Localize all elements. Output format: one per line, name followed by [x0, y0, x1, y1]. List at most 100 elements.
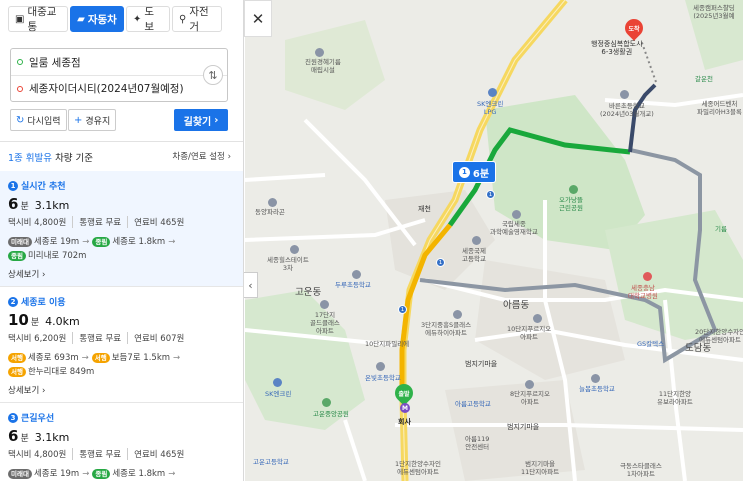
route-card-2[interactable]: 2 세종로 이용 10 분 4.0km 택시비 6,200원 통행료 무료 연료…: [0, 287, 243, 403]
map-label: 11단지한양 유보라아파트: [657, 390, 693, 406]
road-segment: 보듬7로 1.5km: [111, 353, 171, 363]
vehicle-settings-link[interactable]: 차종/연료 설정 ›: [172, 150, 231, 164]
route-number-badge: 3: [8, 412, 18, 423]
map-label: 아름119 안전센터: [465, 435, 490, 451]
route-card-3[interactable]: 3 큰길우선 6 분 3.1km 택시비 4,800원 통행료 무료 연료비 4…: [0, 403, 243, 481]
route-distance: 3.1km: [34, 431, 70, 444]
bike-icon: ⚲: [179, 13, 187, 25]
map-label: SK엔크린 LPG: [477, 100, 504, 116]
road-segment: 미리내로 702m: [27, 251, 87, 261]
school-icon: [512, 210, 521, 219]
waypoint-button[interactable]: + 경유지: [68, 109, 117, 131]
vehicle-class-suffix: 차량 기준: [55, 153, 94, 164]
close-icon: ✕: [251, 9, 265, 28]
map-label: 17단지 골드클래스 아파트: [310, 311, 340, 335]
school-icon: [472, 236, 481, 245]
traffic-tag: 서행: [91, 353, 110, 363]
road-segment: 세종로 19m: [33, 469, 80, 479]
taxi-fare: 택시비 6,200원: [8, 334, 67, 344]
route-time-badge[interactable]: 1 6분: [452, 161, 496, 183]
apartment-icon: [320, 300, 329, 309]
map-label: 세종충남 대학교병원: [628, 284, 658, 300]
map-label: 두루초등학교: [335, 281, 371, 289]
map-label: 진원경혜기름 매립시설: [305, 58, 341, 74]
search-route-button[interactable]: 길찾기 ›: [174, 109, 228, 131]
road-segment: 세종로 19m: [33, 237, 80, 247]
road-segment: 세종로 1.8km: [112, 237, 166, 247]
route-distance: 4.0km: [45, 315, 80, 328]
route-time-unit: 분: [30, 318, 40, 328]
route-time: 10: [8, 311, 29, 329]
collapse-panel-button[interactable]: ‹: [244, 272, 258, 298]
toll-fee: 통행료 무료: [72, 448, 121, 460]
fuel-cost: 연료비 465원: [127, 448, 184, 460]
map-label: 8단지푸르지오 아파트: [510, 390, 551, 406]
map-label: 세종어드벤처 파밀리아H3블록: [697, 100, 742, 116]
road-shield-icon: 1: [398, 305, 407, 314]
park-icon: [569, 185, 578, 194]
tab-car[interactable]: ▰ 자동차: [70, 6, 124, 32]
origin-field[interactable]: 일룸 세종점: [11, 49, 227, 75]
tab-bike[interactable]: ⚲ 자전거: [172, 6, 222, 33]
subway-icon: M: [400, 403, 410, 413]
destination-field[interactable]: 세종자이더시티(2024년07월예정): [11, 75, 227, 101]
route-card-1[interactable]: 1 실시간 추천 6 분 3.1km 택시비 4,800원 통행료 무료 연료비…: [0, 171, 243, 287]
close-panel-button[interactable]: ✕: [244, 0, 272, 37]
map-label: 바른초등학교 (2024년03월개교): [600, 102, 654, 118]
map-label: 늘봄초등학교: [579, 385, 615, 393]
tab-walk[interactable]: ✦ 도보: [126, 6, 170, 33]
apartment-icon: [453, 310, 462, 319]
arrow-right-icon: →: [81, 353, 89, 363]
traffic-tag: 종림: [8, 251, 26, 261]
school-icon: [591, 374, 600, 383]
selected-route-end: [628, 83, 657, 153]
traffic-tag: 종림: [92, 237, 111, 247]
map-label: 극동스타클래스 1차아파트: [620, 462, 662, 478]
reset-button[interactable]: ↻ 다시입력: [10, 109, 67, 131]
directions-panel: ▣ 대중교통 ▰ 자동차 ✦ 도보 ⚲ 자전거 일룸 세종점 세종자이더시티(2…: [0, 0, 244, 481]
hospital-icon: [643, 272, 652, 281]
fuel-cost: 연료비 465원: [127, 216, 184, 228]
school-icon: [620, 90, 629, 99]
traffic-tag: 미래대: [8, 237, 32, 247]
map-label: 고운고등학교: [253, 458, 289, 466]
traffic-tag: 종림: [92, 469, 111, 479]
vehicle-criteria: 1종 휘발유 차량 기준 차종/연료 설정 ›: [8, 150, 231, 164]
vehicle-class: 1종 휘발유: [8, 153, 53, 164]
route-distance: 3.1km: [34, 199, 70, 212]
route-title: 실시간 추천: [21, 182, 66, 192]
map-label: 20단지한양수자인 에듀센텀아파트: [695, 328, 743, 344]
map-view[interactable]: 진원경혜기름 매립시설 행정중심복합도시 6-3생활권 SK엔크린 LPG 바른초등학…: [245, 0, 743, 481]
map-label: 세종힐스테이트 3차: [267, 256, 309, 272]
route-title: 세종로 이용: [21, 298, 66, 308]
map-label: 고운중앙공원: [313, 410, 349, 418]
map-label: 10단지파밀리에: [365, 340, 410, 348]
map-label: 범지기마을 11단지아파트: [521, 460, 560, 476]
walk-icon: ✦: [133, 13, 142, 25]
road-segment: 세종로 693m: [27, 353, 79, 363]
map-label: 3단지중흥S클래스 에듀하이아파트: [421, 321, 472, 337]
detail-link[interactable]: 상세보기 ›: [8, 268, 236, 280]
chevron-right-icon: ›: [214, 114, 219, 126]
map-label: 재천: [418, 205, 431, 213]
arrow-right-icon: →: [82, 469, 90, 479]
map-label: 범지기마을: [507, 423, 540, 431]
plus-icon: +: [74, 114, 83, 126]
facility-icon: [315, 48, 324, 57]
park-area: [245, 290, 365, 430]
map-label: 온빛초등학교: [365, 374, 401, 382]
gas-station-icon: [273, 378, 282, 387]
tab-transit[interactable]: ▣ 대중교통: [8, 6, 68, 33]
detail-link[interactable]: 상세보기 ›: [8, 384, 236, 396]
taxi-fare: 택시비 4,800원: [8, 450, 67, 460]
arrow-right-icon: →: [173, 353, 181, 363]
origin-dot-icon: [17, 59, 23, 65]
road-shield-icon: 1: [436, 258, 445, 267]
swap-icon[interactable]: ⇅: [203, 65, 223, 85]
map-label: GS칼텍스: [637, 340, 665, 348]
traffic-tag: 서행: [8, 353, 26, 363]
gas-station-icon: [488, 88, 497, 97]
fuel-cost: 연료비 607원: [127, 332, 184, 344]
walk-connector: [640, 39, 657, 83]
apartment-icon: [268, 198, 277, 207]
